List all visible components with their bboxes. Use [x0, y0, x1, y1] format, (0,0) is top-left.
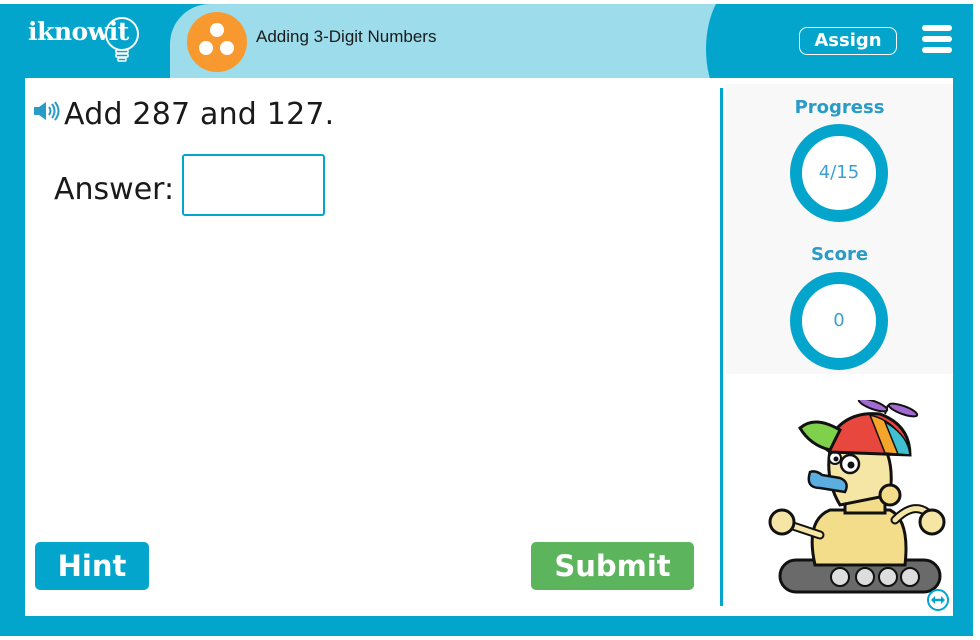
iknowit-logo[interactable]: iknowit [28, 14, 139, 64]
progress-value: 4/15 [818, 162, 860, 183]
answer-label: Answer: [54, 172, 175, 207]
topic-title: Adding 3-Digit Numbers [256, 27, 437, 46]
answer-input[interactable] [182, 154, 325, 216]
hamburger-menu-icon[interactable] [922, 25, 952, 53]
lightbulb-icon [105, 17, 139, 62]
score-label: Score [810, 244, 869, 265]
robot-mascot [768, 400, 946, 594]
speaker-icon[interactable] [34, 101, 62, 121]
progress-label: Progress [794, 97, 885, 118]
title-band [170, 4, 736, 78]
question-text: Add 287 and 127. [64, 97, 335, 132]
topic-icon [187, 12, 247, 72]
hint-button[interactable]: Hint [35, 542, 149, 590]
assign-button[interactable]: Assign [799, 27, 897, 55]
expand-horizontal-icon[interactable] [926, 588, 950, 612]
progress-ring: 4/15 [790, 124, 888, 222]
score-ring: 0 [790, 272, 888, 370]
robot-right-hand [918, 508, 946, 536]
sidebar-divider [720, 88, 723, 606]
propeller-cap [798, 400, 919, 457]
submit-button[interactable]: Submit [531, 542, 694, 590]
score-value: 0 [833, 310, 845, 331]
robot-left-hand [768, 508, 796, 536]
